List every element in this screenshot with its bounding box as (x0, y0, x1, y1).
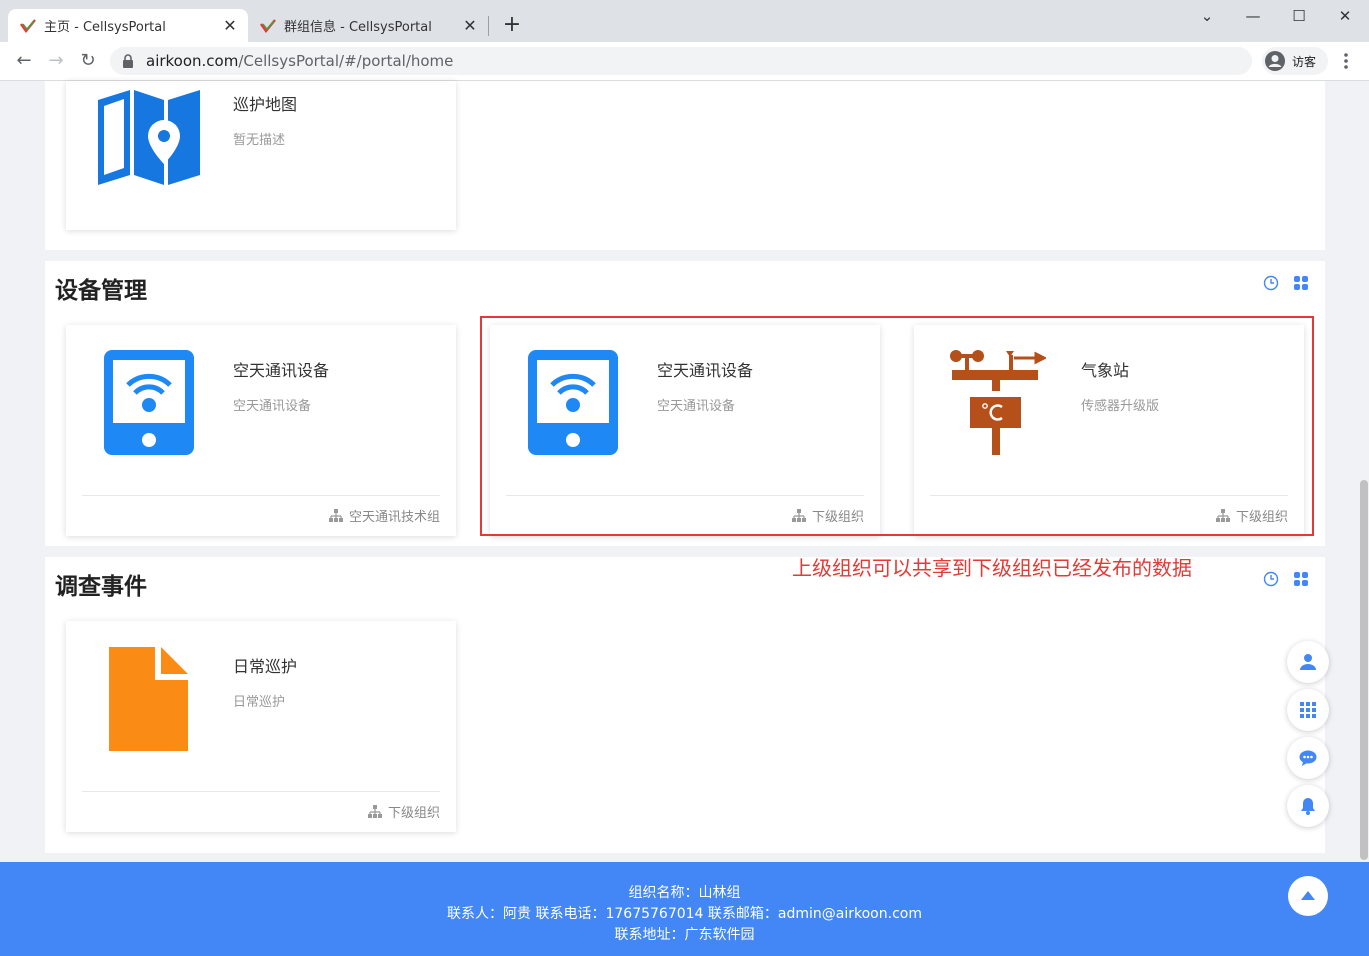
card-title: 空天通讯设备 (233, 361, 330, 380)
footer-address: 联系地址：广东软件园 (614, 927, 755, 943)
card-footer: 空天通讯技术组 (328, 506, 440, 525)
org-tree-icon (367, 804, 382, 818)
back-to-top-button[interactable] (1288, 876, 1328, 916)
address-bar[interactable]: airkoon.com/CellsysPortal/#/portal/home (110, 47, 1252, 75)
grid-view-icon[interactable] (1293, 275, 1309, 291)
clock-icon[interactable] (1263, 275, 1279, 291)
user-button[interactable] (1287, 641, 1329, 683)
tab-search-icon[interactable]: ⌄ (1184, 4, 1230, 28)
card-footer: 下级组织 (367, 802, 440, 821)
apps-button[interactable] (1287, 689, 1329, 731)
card-title: 巡护地图 (233, 95, 298, 114)
card-desc: 暂无描述 (233, 133, 286, 148)
minimize-icon[interactable]: — (1230, 4, 1276, 28)
tab-home[interactable]: 主页 - CellsysPortal ✕ (8, 9, 248, 42)
tab-group-info[interactable]: 群组信息 - CellsysPortal ✕ (248, 9, 488, 42)
card-desc: 空天通讯设备 (233, 399, 312, 414)
grid-view-icon[interactable] (1293, 571, 1309, 587)
close-icon[interactable]: ✕ (458, 16, 482, 35)
url-path: /CellsysPortal/#/portal/home (238, 52, 454, 70)
bell-icon (1301, 798, 1315, 815)
clock-icon[interactable] (1263, 571, 1279, 587)
footer-org-name: 组织名称：山林组 (628, 885, 741, 901)
apps-grid-icon (1300, 702, 1316, 718)
notification-button[interactable] (1287, 785, 1329, 827)
section-title: 设备管理 (55, 278, 147, 304)
close-icon[interactable]: ✕ (218, 16, 242, 35)
card-title: 日常巡护 (233, 657, 298, 676)
page-scrollbar[interactable] (1360, 480, 1368, 860)
chat-icon (1299, 750, 1317, 766)
url-host: airkoon.com (146, 52, 239, 70)
maximize-icon[interactable]: ☐ (1276, 4, 1322, 28)
forward-icon[interactable]: → (45, 50, 67, 72)
org-tree-icon (328, 508, 343, 522)
footer-contact: 联系人：阿贵 联系电话：17675767014 联系邮箱：admin@airko… (447, 906, 922, 922)
highlight-box (480, 316, 1314, 536)
card-divider (82, 495, 440, 496)
profile-label: 访客 (1292, 54, 1317, 69)
tab-group-info-title: 群组信息 - CellsysPortal (284, 20, 432, 35)
avatar-icon (1265, 51, 1285, 71)
menu-icon[interactable] (1338, 50, 1354, 72)
reload-icon[interactable]: ↻ (77, 50, 99, 72)
tablet-wifi-icon (104, 350, 194, 455)
card-footer-label: 下级组织 (387, 806, 440, 821)
new-tab-button[interactable]: + (498, 11, 526, 39)
lock-icon (123, 54, 133, 68)
card-footer-label: 空天通讯技术组 (348, 510, 440, 525)
user-icon (1300, 654, 1316, 670)
site-footer: 组织名称：山林组 联系人：阿贵 联系电话：17675767014 联系邮箱：ad… (0, 862, 1369, 956)
caret-up-icon (1301, 891, 1315, 900)
profile-button[interactable]: 访客 (1262, 47, 1328, 75)
device-card[interactable]: 空天通讯设备 空天通讯设备 空天通讯技术组 (66, 325, 456, 536)
map-icon (98, 90, 200, 185)
section-title: 调查事件 (55, 574, 147, 600)
cellsys-logo-icon (260, 18, 276, 33)
close-window-icon[interactable]: ✕ (1322, 4, 1368, 28)
survey-card[interactable]: 日常巡护 日常巡护 下级组织 (66, 621, 456, 832)
back-icon[interactable]: ← (13, 50, 35, 72)
card-divider (82, 791, 440, 792)
annotation-text: 上级组织可以共享到下级组织已经发布的数据 (792, 556, 1192, 580)
cellsys-logo-icon (20, 18, 36, 33)
tab-separator (488, 16, 489, 36)
chat-button[interactable] (1287, 737, 1329, 779)
document-icon (109, 647, 188, 751)
card-desc: 日常巡护 (233, 695, 286, 710)
tab-home-title: 主页 - CellsysPortal (44, 20, 166, 35)
url-text: airkoon.com/CellsysPortal/#/portal/home (146, 52, 453, 70)
patrol-map-card[interactable]: 巡护地图 暂无描述 (66, 81, 456, 230)
